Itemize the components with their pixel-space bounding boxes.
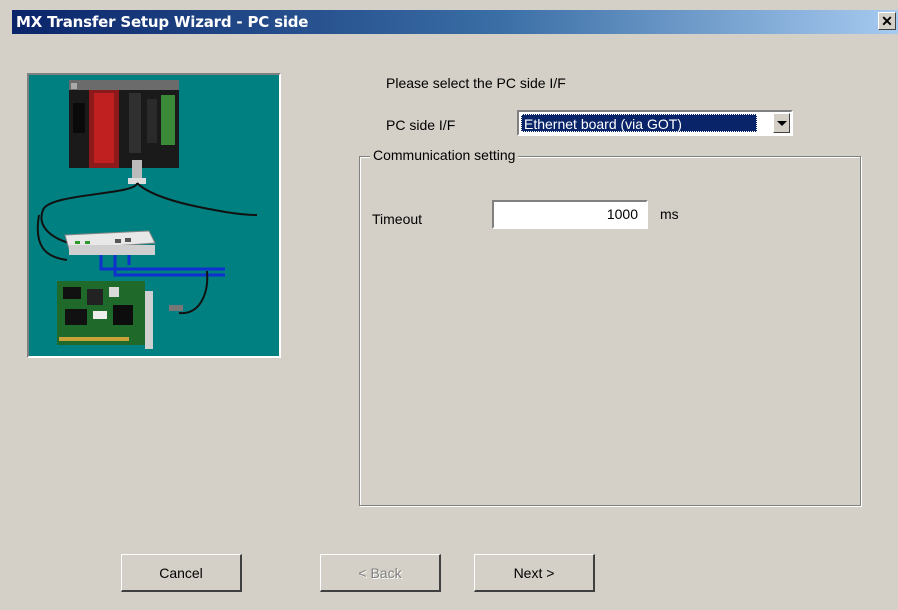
wizard-dialog: MX Transfer Setup Wizard - PC side ✕ Ple… bbox=[0, 0, 898, 610]
ethernet-hub-image bbox=[64, 230, 156, 255]
back-button: < Back bbox=[320, 554, 441, 592]
connection-illustration bbox=[27, 73, 281, 358]
pc-side-if-selected-value: Ethernet board (via GOT) bbox=[521, 114, 757, 132]
timeout-unit-label: ms bbox=[660, 206, 679, 222]
chevron-down-icon[interactable] bbox=[773, 113, 790, 133]
title-bar: MX Transfer Setup Wizard - PC side ✕ bbox=[12, 10, 898, 34]
timeout-input[interactable]: 1000 bbox=[492, 200, 648, 229]
communication-setting-label: Communication setting bbox=[370, 147, 519, 163]
pc-side-if-dropdown[interactable]: Ethernet board (via GOT) bbox=[517, 110, 793, 136]
close-icon[interactable]: ✕ bbox=[878, 12, 896, 30]
next-button[interactable]: Next > bbox=[474, 554, 595, 592]
cancel-button[interactable]: Cancel bbox=[121, 554, 242, 592]
network-card-image bbox=[57, 281, 183, 349]
prompt-text: Please select the PC side I/F bbox=[386, 75, 566, 91]
pc-side-if-label: PC side I/F bbox=[386, 117, 456, 133]
window-title: MX Transfer Setup Wizard - PC side bbox=[16, 13, 309, 31]
plc-image bbox=[69, 80, 179, 184]
timeout-label: Timeout bbox=[372, 211, 423, 227]
